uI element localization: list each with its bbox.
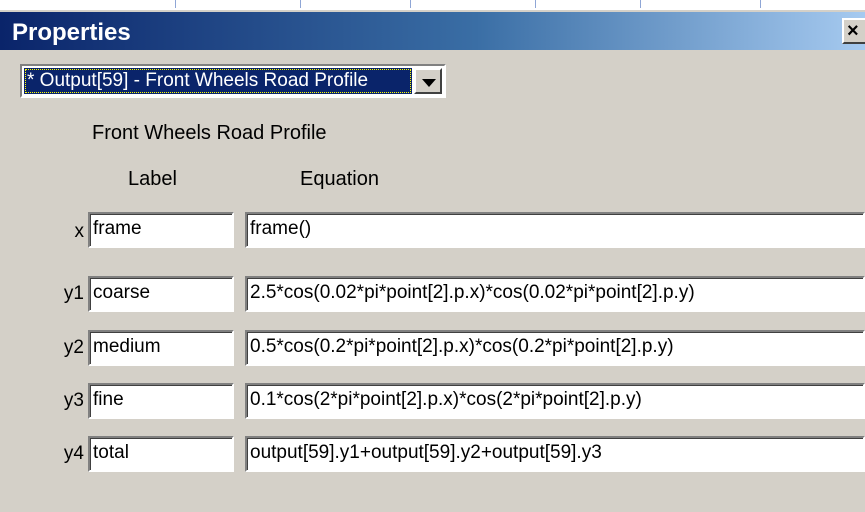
ruler-tick: [760, 0, 761, 8]
title-bar[interactable]: Properties ×: [0, 12, 865, 50]
ruler-tick: [300, 0, 301, 8]
dropdown-button[interactable]: [414, 68, 442, 94]
ruler-tick: [640, 0, 641, 8]
output-selector-value: * Output[59] - Front Wheels Road Profile: [24, 68, 412, 94]
label-input-y4[interactable]: total: [88, 436, 234, 472]
row-var-y1: y1: [63, 283, 84, 304]
row-var-y4: y4: [63, 443, 84, 464]
equation-input-x[interactable]: frame(): [245, 212, 865, 248]
equation-input-y3[interactable]: 0.1*cos(2*pi*point[2].p.x)*cos(2*pi*poin…: [245, 383, 865, 419]
equation-column-header: Equation: [300, 168, 379, 190]
label-column-header: Label: [128, 168, 177, 190]
equation-input-y2[interactable]: 0.5*cos(0.2*pi*point[2].p.x)*cos(0.2*pi*…: [245, 330, 865, 366]
dropdown-arrow-icon: [422, 79, 436, 87]
label-input-x[interactable]: frame: [88, 212, 234, 248]
ruler-tick: [535, 0, 536, 8]
output-name-heading: Front Wheels Road Profile: [92, 122, 327, 144]
close-button[interactable]: ×: [842, 18, 865, 44]
top-strip: [0, 0, 865, 10]
close-icon: ×: [847, 20, 859, 42]
row-var-y2: y2: [63, 337, 84, 358]
equation-input-y1[interactable]: 2.5*cos(0.02*pi*point[2].p.x)*cos(0.02*p…: [245, 276, 865, 312]
ruler-tick: [175, 0, 176, 8]
output-selector-dropdown[interactable]: * Output[59] - Front Wheels Road Profile: [20, 64, 446, 98]
row-var-y3: y3: [63, 390, 84, 411]
window-title: Properties: [12, 19, 131, 46]
label-input-y3[interactable]: fine: [88, 383, 234, 419]
label-input-y1[interactable]: coarse: [88, 276, 234, 312]
label-input-y2[interactable]: medium: [88, 330, 234, 366]
row-var-x: x: [74, 221, 85, 242]
ruler-tick: [410, 0, 411, 8]
equation-input-y4[interactable]: output[59].y1+output[59].y2+output[59].y…: [245, 436, 865, 472]
